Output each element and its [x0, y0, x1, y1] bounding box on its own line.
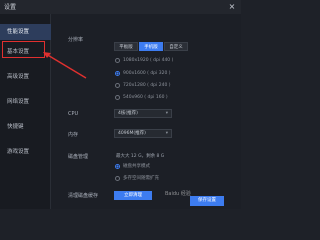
memory-value: 4096M(推荐) — [118, 131, 146, 136]
tab-custom[interactable]: 自定义 — [164, 42, 188, 51]
radio-checked-icon — [115, 164, 120, 169]
resolution-label: 分辨率 — [68, 37, 84, 43]
tab-phone[interactable]: 手机版 — [139, 42, 163, 51]
sidebar-item-network[interactable]: 网络设置 — [0, 94, 51, 110]
chevron-down-icon: ▾ — [165, 131, 168, 136]
cpu-value: 4核(推荐) — [118, 111, 138, 116]
settings-content: 分辨率 平板版 手机版 自定义 1080x1920 ( dpi 440 ) 90… — [52, 14, 241, 209]
memory-select[interactable]: 4096M(推荐) ▾ — [114, 129, 172, 138]
cpu-label: CPU — [68, 111, 79, 117]
tab-tablet[interactable]: 平板版 — [114, 42, 138, 51]
window-title: 设置 — [4, 4, 17, 11]
save-settings-button[interactable]: 保存设置 — [190, 196, 224, 206]
radio-icon — [115, 95, 120, 100]
watermark-logo: Baidu 经验 — [165, 191, 191, 197]
cpu-select[interactable]: 4核(推荐) ▾ — [114, 109, 172, 118]
title-bar: 设置 × — [0, 0, 241, 14]
close-button[interactable]: × — [227, 1, 237, 12]
radio-icon — [115, 58, 120, 63]
chevron-down-icon: ▾ — [165, 111, 168, 116]
disk-label: 磁盘管理 — [68, 154, 89, 160]
disk-info: 最大大 12 G，剩余 8 G — [116, 154, 165, 159]
cleanup-label: 清理磁盘缓存 — [68, 193, 99, 199]
radio-checked-icon — [115, 71, 120, 76]
highlight-annotation-box — [2, 41, 45, 58]
sidebar-item-performance[interactable]: 性能设置 — [0, 24, 51, 40]
memory-label: 内存 — [68, 132, 79, 138]
sidebar-item-game[interactable]: 游戏设置 — [0, 144, 51, 160]
radio-icon — [115, 83, 120, 88]
clean-now-button[interactable]: 立即清理 — [114, 191, 152, 200]
sidebar-item-shortcuts[interactable]: 快捷键 — [0, 119, 51, 135]
settings-window: 设置 × 性能设置 基本设置 高级设置 网络设置 快捷键 游戏设置 分辨率 平板… — [0, 0, 241, 209]
radio-icon — [115, 176, 120, 181]
